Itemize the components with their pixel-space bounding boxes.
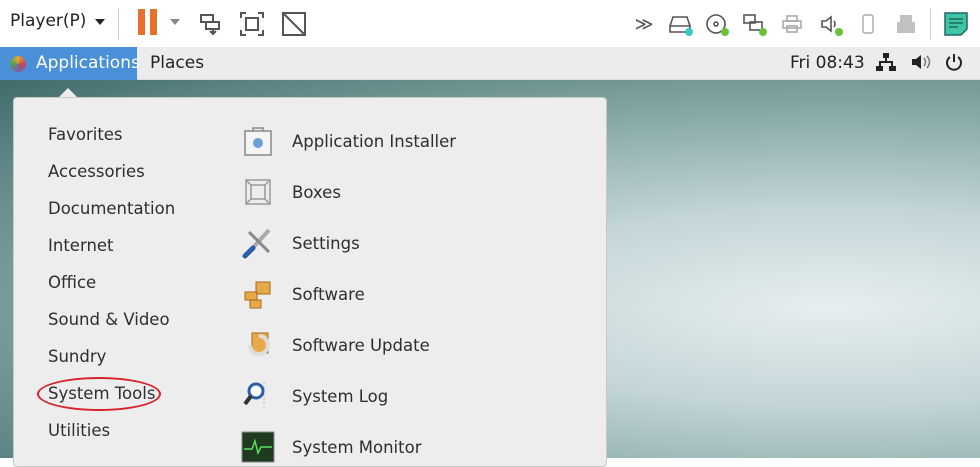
player-dropdown-icon[interactable] bbox=[95, 19, 105, 25]
gnome-foot-icon bbox=[10, 56, 26, 72]
software-update-icon bbox=[240, 327, 276, 363]
gnome-top-bar: Applications Places Fri 08:43 bbox=[0, 47, 980, 80]
category-accessories[interactable]: Accessories bbox=[48, 162, 145, 181]
notes-icon[interactable] bbox=[942, 10, 970, 38]
phone-device-icon[interactable] bbox=[854, 10, 882, 38]
software-icon bbox=[240, 276, 276, 312]
network-icon[interactable] bbox=[876, 52, 896, 77]
category-office[interactable]: Office bbox=[48, 273, 96, 292]
places-menu-button[interactable]: Places bbox=[150, 53, 204, 73]
applications-label: Applications bbox=[36, 53, 140, 73]
category-documentation[interactable]: Documentation bbox=[48, 199, 175, 218]
app-settings[interactable]: Settings bbox=[240, 223, 360, 263]
cd-dvd-icon[interactable] bbox=[702, 10, 730, 38]
network-adapter-icon[interactable] bbox=[740, 10, 768, 38]
vm-toolbar: Player(P) ≫ bbox=[0, 0, 980, 47]
app-software-update[interactable]: Software Update bbox=[240, 325, 430, 365]
sound-card-icon[interactable] bbox=[816, 10, 844, 38]
application-installer-icon bbox=[240, 123, 276, 159]
category-utilities[interactable]: Utilities bbox=[48, 421, 110, 440]
category-sound-video[interactable]: Sound & Video bbox=[48, 310, 170, 329]
highlight-annotation bbox=[37, 377, 161, 411]
boxes-icon bbox=[240, 174, 276, 210]
more-icon[interactable]: ≫ bbox=[630, 10, 658, 38]
power-icon[interactable] bbox=[944, 52, 964, 77]
system-log-icon bbox=[240, 378, 276, 414]
settings-icon bbox=[240, 225, 276, 261]
divider bbox=[930, 8, 931, 40]
app-system-log[interactable]: System Log bbox=[240, 376, 388, 416]
divider bbox=[118, 8, 119, 40]
clock[interactable]: Fri 08:43 bbox=[790, 53, 865, 73]
app-software[interactable]: Software bbox=[240, 274, 365, 314]
system-monitor-icon bbox=[240, 429, 276, 465]
pause-dropdown-icon[interactable] bbox=[170, 19, 180, 25]
pause-icon[interactable] bbox=[138, 9, 158, 35]
send-ctrl-alt-del-icon[interactable] bbox=[196, 10, 224, 38]
unity-icon[interactable] bbox=[280, 10, 308, 38]
player-menu[interactable]: Player(P) bbox=[10, 11, 86, 31]
fullscreen-icon[interactable] bbox=[238, 10, 266, 38]
hard-disk-icon[interactable] bbox=[666, 10, 694, 38]
category-favorites[interactable]: Favorites bbox=[48, 125, 123, 144]
category-internet[interactable]: Internet bbox=[48, 236, 114, 255]
app-boxes[interactable]: Boxes bbox=[240, 172, 341, 212]
printer-icon[interactable] bbox=[778, 10, 806, 38]
category-sundry[interactable]: Sundry bbox=[48, 347, 106, 366]
app-system-monitor[interactable]: System Monitor bbox=[240, 427, 422, 467]
applications-menu-button[interactable]: Applications bbox=[0, 47, 140, 80]
volume-icon[interactable] bbox=[910, 52, 932, 77]
app-application-installer[interactable]: Application Installer bbox=[240, 121, 456, 161]
usb-icon[interactable] bbox=[892, 10, 920, 38]
